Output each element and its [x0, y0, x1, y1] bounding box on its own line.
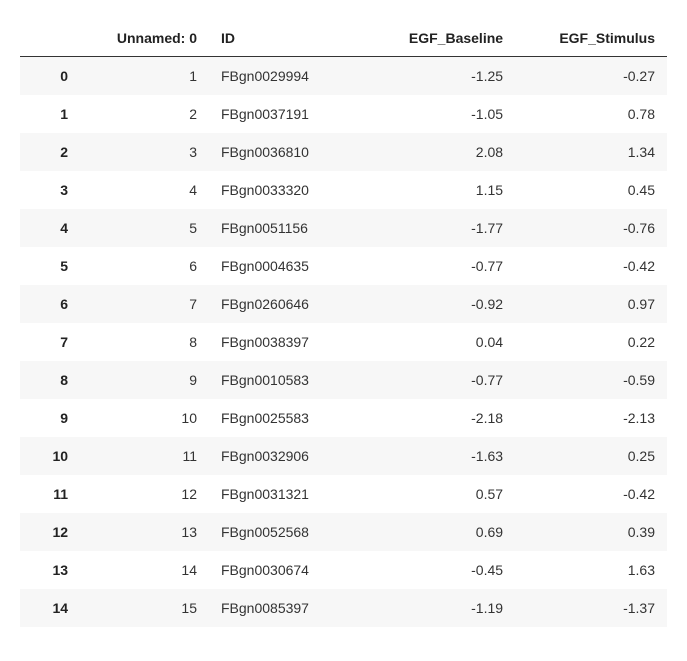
cell-baseline: 1.15	[364, 171, 515, 209]
cell-unnamed: 12	[80, 475, 209, 513]
cell-baseline: 2.08	[364, 133, 515, 171]
cell-stimulus: 0.22	[515, 323, 667, 361]
row-index: 10	[20, 437, 80, 475]
row-index: 8	[20, 361, 80, 399]
cell-stimulus: -2.13	[515, 399, 667, 437]
cell-stimulus: 1.34	[515, 133, 667, 171]
table-row: 12FBgn0037191-1.050.78	[20, 95, 667, 133]
table-row: 67FBgn0260646-0.920.97	[20, 285, 667, 323]
row-index: 5	[20, 247, 80, 285]
table-row: 78FBgn00383970.040.22	[20, 323, 667, 361]
cell-baseline: -1.77	[364, 209, 515, 247]
cell-id: FBgn0037191	[209, 95, 364, 133]
col-header-baseline: EGF_Baseline	[364, 20, 515, 57]
cell-unnamed: 5	[80, 209, 209, 247]
col-header-id: ID	[209, 20, 364, 57]
cell-id: FBgn0051156	[209, 209, 364, 247]
cell-unnamed: 14	[80, 551, 209, 589]
row-index: 13	[20, 551, 80, 589]
table-row: 910FBgn0025583-2.18-2.13	[20, 399, 667, 437]
row-index: 2	[20, 133, 80, 171]
cell-baseline: -1.19	[364, 589, 515, 627]
cell-stimulus: 0.39	[515, 513, 667, 551]
row-index: 3	[20, 171, 80, 209]
cell-baseline: -0.77	[364, 247, 515, 285]
cell-id: FBgn0085397	[209, 589, 364, 627]
row-index: 14	[20, 589, 80, 627]
table-row: 1314FBgn0030674-0.451.63	[20, 551, 667, 589]
cell-unnamed: 2	[80, 95, 209, 133]
table-row: 34FBgn00333201.150.45	[20, 171, 667, 209]
cell-unnamed: 8	[80, 323, 209, 361]
cell-baseline: 0.69	[364, 513, 515, 551]
table-row: 23FBgn00368102.081.34	[20, 133, 667, 171]
col-header-stimulus: EGF_Stimulus	[515, 20, 667, 57]
row-index: 1	[20, 95, 80, 133]
cell-stimulus: 1.63	[515, 551, 667, 589]
row-index: 9	[20, 399, 80, 437]
cell-id: FBgn0036810	[209, 133, 364, 171]
cell-stimulus: -0.42	[515, 475, 667, 513]
cell-id: FBgn0032906	[209, 437, 364, 475]
cell-unnamed: 3	[80, 133, 209, 171]
cell-baseline: -2.18	[364, 399, 515, 437]
cell-stimulus: 0.78	[515, 95, 667, 133]
cell-id: FBgn0029994	[209, 57, 364, 96]
row-index: 6	[20, 285, 80, 323]
table-row: 1112FBgn00313210.57-0.42	[20, 475, 667, 513]
cell-unnamed: 15	[80, 589, 209, 627]
cell-stimulus: -0.42	[515, 247, 667, 285]
cell-id: FBgn0260646	[209, 285, 364, 323]
cell-baseline: -1.63	[364, 437, 515, 475]
cell-baseline: -1.05	[364, 95, 515, 133]
cell-baseline: -0.92	[364, 285, 515, 323]
cell-unnamed: 10	[80, 399, 209, 437]
row-index: 12	[20, 513, 80, 551]
table-row: 45FBgn0051156-1.77-0.76	[20, 209, 667, 247]
data-table: Unnamed: 0 ID EGF_Baseline EGF_Stimulus …	[20, 20, 667, 627]
cell-stimulus: 0.25	[515, 437, 667, 475]
row-index: 7	[20, 323, 80, 361]
cell-unnamed: 4	[80, 171, 209, 209]
cell-unnamed: 7	[80, 285, 209, 323]
cell-unnamed: 13	[80, 513, 209, 551]
cell-baseline: -0.45	[364, 551, 515, 589]
cell-stimulus: -0.27	[515, 57, 667, 96]
cell-id: FBgn0052568	[209, 513, 364, 551]
table-body: 01FBgn0029994-1.25-0.2712FBgn0037191-1.0…	[20, 57, 667, 628]
table-row: 56FBgn0004635-0.77-0.42	[20, 247, 667, 285]
cell-id: FBgn0025583	[209, 399, 364, 437]
table-row: 01FBgn0029994-1.25-0.27	[20, 57, 667, 96]
col-header-unnamed: Unnamed: 0	[80, 20, 209, 57]
col-header-index	[20, 20, 80, 57]
table-header: Unnamed: 0 ID EGF_Baseline EGF_Stimulus	[20, 20, 667, 57]
row-index: 11	[20, 475, 80, 513]
cell-stimulus: 0.97	[515, 285, 667, 323]
cell-baseline: -0.77	[364, 361, 515, 399]
cell-id: FBgn0031321	[209, 475, 364, 513]
cell-id: FBgn0010583	[209, 361, 364, 399]
cell-unnamed: 9	[80, 361, 209, 399]
cell-id: FBgn0030674	[209, 551, 364, 589]
cell-unnamed: 1	[80, 57, 209, 96]
cell-id: FBgn0033320	[209, 171, 364, 209]
table-row: 89FBgn0010583-0.77-0.59	[20, 361, 667, 399]
cell-stimulus: -0.76	[515, 209, 667, 247]
cell-unnamed: 6	[80, 247, 209, 285]
cell-id: FBgn0038397	[209, 323, 364, 361]
cell-unnamed: 11	[80, 437, 209, 475]
table-row: 1011FBgn0032906-1.630.25	[20, 437, 667, 475]
cell-baseline: 0.57	[364, 475, 515, 513]
cell-id: FBgn0004635	[209, 247, 364, 285]
table-row: 1213FBgn00525680.690.39	[20, 513, 667, 551]
cell-stimulus: 0.45	[515, 171, 667, 209]
row-index: 0	[20, 57, 80, 96]
cell-stimulus: -1.37	[515, 589, 667, 627]
cell-baseline: 0.04	[364, 323, 515, 361]
cell-stimulus: -0.59	[515, 361, 667, 399]
row-index: 4	[20, 209, 80, 247]
table-row: 1415FBgn0085397-1.19-1.37	[20, 589, 667, 627]
cell-baseline: -1.25	[364, 57, 515, 96]
